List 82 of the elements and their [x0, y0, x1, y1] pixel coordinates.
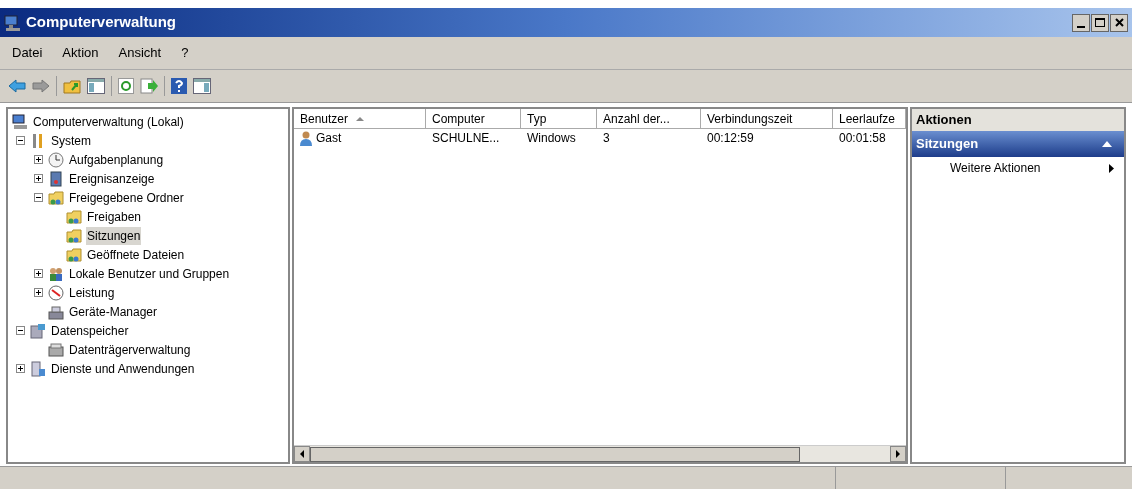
tree-item[interactable]: Lokale Benutzer und Gruppen: [68, 264, 231, 283]
submenu-arrow-icon: [1109, 163, 1114, 173]
tree-item[interactable]: Sitzungen: [86, 226, 142, 245]
tree-item[interactable]: Ereignisanzeige: [68, 169, 156, 188]
tree-item[interactable]: Computerverwaltung (Lokal): [32, 112, 185, 131]
maximize-button[interactable]: [1091, 13, 1109, 32]
services-icon: [30, 360, 46, 377]
menu-item[interactable]: Aktion: [58, 43, 103, 63]
tree-item[interactable]: Dienste und Anwendungen: [50, 359, 196, 378]
users-icon: [48, 265, 64, 282]
storage-icon: [30, 322, 46, 339]
expand-toggle-icon[interactable]: [34, 155, 43, 164]
action-label: Weitere Aktionen: [950, 160, 1041, 177]
close-icon: [1114, 18, 1124, 27]
table-cell-text: 00:12:59: [707, 130, 754, 147]
section-title: Sitzungen: [916, 135, 979, 154]
column-header[interactable]: Typ: [521, 109, 597, 129]
tree-item[interactable]: Aufgabenplanung: [68, 150, 165, 169]
export-icon[interactable]: [140, 78, 158, 94]
table-cell-text: 3: [603, 130, 610, 147]
column-label: Computer: [432, 110, 485, 128]
tree-item[interactable]: System: [50, 131, 92, 150]
collapse-toggle-icon[interactable]: [34, 193, 43, 202]
log-icon: [48, 170, 64, 187]
column-header[interactable]: Computer: [426, 109, 521, 129]
minimize-icon: [1077, 25, 1085, 28]
tree-item[interactable]: Datenspeicher: [50, 321, 130, 340]
back-arrow-icon[interactable]: [8, 79, 26, 93]
column-label: Typ: [527, 110, 547, 128]
forward-arrow-icon[interactable]: [32, 79, 50, 93]
collapse-toggle-icon[interactable]: [16, 326, 25, 335]
close-button[interactable]: [1110, 13, 1128, 32]
tree-item[interactable]: Geöffnete Dateien: [86, 245, 186, 264]
share-icon: [66, 208, 82, 225]
minimize-button[interactable]: [1072, 13, 1090, 32]
window-title: Computerverwaltung: [26, 12, 176, 33]
share-icon: [48, 189, 64, 206]
table-cell-text: Windows: [527, 130, 576, 147]
pane-icon[interactable]: [87, 78, 105, 94]
menu-item[interactable]: Datei: [8, 43, 47, 63]
share-icon: [66, 227, 82, 244]
computer-icon: [12, 113, 28, 130]
column-label: Benutzer: [300, 110, 349, 128]
maximize-icon: [1095, 18, 1105, 27]
column-label: Verbindungszeit: [707, 110, 793, 128]
column-label: Anzahl der...: [603, 110, 670, 128]
column-header[interactable]: Anzahl der...: [597, 109, 701, 129]
tree-item[interactable]: Geräte-Manager: [68, 302, 159, 321]
horizontal-scrollbar[interactable]: [294, 445, 906, 462]
table-cell-text: SCHULNE...: [432, 130, 500, 147]
scroll-left-icon[interactable]: [294, 446, 310, 462]
expand-toggle-icon[interactable]: [34, 288, 43, 297]
column-header[interactable]: Benutzer: [294, 109, 426, 129]
scroll-right-icon[interactable]: [890, 446, 906, 462]
collapse-icon[interactable]: [1102, 141, 1112, 147]
tree-item[interactable]: Leistung: [68, 283, 116, 302]
expand-toggle-icon[interactable]: [34, 174, 43, 183]
tree-item[interactable]: Freigaben: [86, 207, 143, 226]
tree-item[interactable]: Freigegebene Ordner: [68, 188, 185, 207]
actions-header: Aktionen: [912, 109, 1124, 131]
section-header[interactable]: Sitzungen: [912, 131, 1124, 157]
disk-icon: [48, 341, 64, 358]
refresh-icon[interactable]: [118, 78, 134, 94]
share-icon: [66, 246, 82, 263]
scrollbar-thumb[interactable]: [310, 446, 800, 462]
user-icon: [300, 130, 312, 146]
clock-icon: [48, 151, 64, 168]
computer-icon: [4, 14, 22, 31]
column-header[interactable]: Leerlaufze: [833, 109, 906, 129]
menu-item[interactable]: Ansicht: [114, 43, 166, 63]
expand-toggle-icon[interactable]: [34, 269, 43, 278]
expand-toggle-icon[interactable]: [16, 364, 25, 373]
pane-icon[interactable]: [193, 78, 211, 94]
tree-item[interactable]: Datenträgerverwaltung: [68, 340, 192, 359]
column-header[interactable]: Verbindungszeit: [701, 109, 833, 129]
help-icon[interactable]: [171, 78, 187, 94]
table-cell-text: Gast: [316, 130, 342, 147]
column-label: Leerlaufze: [839, 110, 896, 128]
collapse-toggle-icon[interactable]: [16, 136, 25, 145]
table-cell-text: 00:01:58: [839, 130, 886, 147]
action-item[interactable]: Weitere Aktionen: [912, 157, 1124, 179]
menu-item[interactable]: ?: [177, 43, 193, 63]
